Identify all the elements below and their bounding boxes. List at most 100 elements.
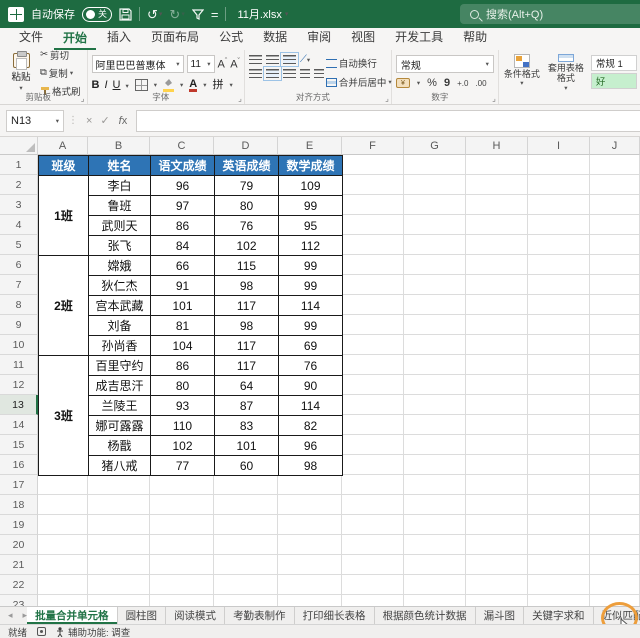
number-dialog-launcher[interactable]: ⌟ [492,94,496,103]
cell[interactable] [590,195,640,215]
column-header[interactable]: F [342,137,404,155]
number-format-select[interactable]: 常规 ▾ [395,55,494,73]
table-cell[interactable]: 90 [279,376,343,396]
table-cell[interactable]: 娜可露露 [89,416,151,436]
cell[interactable] [150,555,214,575]
cell[interactable] [590,275,640,295]
document-title[interactable]: 11月.xlsx ▾ [237,6,288,22]
row-header[interactable]: 3 [0,195,38,215]
cell[interactable] [404,355,466,375]
column-header[interactable]: G [404,137,466,155]
table-cell[interactable]: 98 [215,276,279,296]
ribbon-tab[interactable]: 开发工具 [386,25,452,50]
cell[interactable] [466,455,528,475]
cell[interactable] [466,555,528,575]
autosave-toggle[interactable]: 关 [82,6,112,22]
cell[interactable] [404,215,466,235]
cell[interactable] [342,315,404,335]
cell[interactable] [150,575,214,595]
cell[interactable] [466,395,528,415]
sheet-tab[interactable]: 关键字求和 [524,607,594,624]
cell[interactable] [342,295,404,315]
table-cell[interactable]: 80 [215,196,279,216]
cell[interactable] [342,535,404,555]
cell[interactable] [466,575,528,595]
cell[interactable] [404,295,466,315]
cell[interactable] [88,555,150,575]
cell[interactable] [590,395,640,415]
cell[interactable] [404,375,466,395]
column-header[interactable]: A [38,137,88,155]
row-header[interactable]: 4 [0,215,38,235]
cell[interactable] [214,535,278,555]
table-cell[interactable]: 109 [279,176,343,196]
cell[interactable] [342,275,404,295]
sheet-tab[interactable]: 考勤表制作 [225,607,295,624]
cell[interactable] [466,155,528,175]
cell[interactable] [342,415,404,435]
cell[interactable] [38,515,88,535]
cell[interactable] [528,195,590,215]
cell[interactable] [466,215,528,235]
table-cell[interactable]: 115 [215,256,279,276]
cell[interactable] [528,335,590,355]
cell[interactable] [590,155,640,175]
cell[interactable] [590,435,640,455]
ribbon-tab[interactable]: 审阅 [298,25,340,50]
cell[interactable] [342,155,404,175]
cell[interactable] [404,515,466,535]
table-cell[interactable]: 117 [215,336,279,356]
table-cell[interactable]: 102 [151,436,215,456]
cell[interactable] [590,375,640,395]
table-cell[interactable]: 鲁班 [89,196,151,216]
column-header[interactable]: H [466,137,528,155]
table-cell[interactable]: 112 [279,236,343,256]
table-cell[interactable]: 114 [279,296,343,316]
cell[interactable] [528,555,590,575]
cell[interactable] [278,555,342,575]
table-cell[interactable]: 嫦娥 [89,256,151,276]
ribbon-tab[interactable]: 帮助 [454,25,496,50]
table-cell[interactable]: 117 [215,296,279,316]
format-as-table-button[interactable]: 套用表格格式 ▾ [547,54,585,92]
sheet-tab[interactable]: 批量合并单元格 [27,607,118,624]
align-left-button[interactable] [248,69,262,78]
table-cell[interactable]: 3班 [39,356,89,476]
cell[interactable] [528,355,590,375]
cell[interactable] [590,515,640,535]
cell[interactable] [528,155,590,175]
table-cell[interactable]: 82 [279,416,343,436]
table-cell[interactable]: 91 [151,276,215,296]
row-header[interactable]: 16 [0,455,38,475]
cell[interactable] [214,595,278,606]
filter-icon[interactable] [191,8,204,20]
align-right-button[interactable] [282,69,296,78]
cell[interactable] [590,595,640,606]
conditional-formatting-button[interactable]: 条件格式 ▾ [503,54,541,92]
accounting-format-button[interactable]: ¥ [395,78,410,88]
decrease-decimal-button[interactable]: .00 [475,79,486,88]
cell[interactable] [278,515,342,535]
cell[interactable] [342,515,404,535]
cell[interactable] [38,575,88,595]
row-header[interactable]: 12 [0,375,38,395]
cell[interactable] [466,515,528,535]
ribbon-tab[interactable]: 公式 [210,25,252,50]
cell[interactable] [590,355,640,375]
cell[interactable] [528,575,590,595]
table-cell[interactable]: 99 [279,276,343,296]
cell-style-normal[interactable]: 常规 1 [590,55,637,71]
cell[interactable] [404,395,466,415]
table-cell[interactable]: 83 [215,416,279,436]
cell[interactable] [466,175,528,195]
cell[interactable] [590,255,640,275]
copy-button[interactable]: ⧉ 复制 ▾ [38,65,83,81]
column-header[interactable]: D [214,137,278,155]
font-size-select[interactable]: 11 ▾ [186,55,215,73]
row-header[interactable]: 22 [0,575,38,595]
cell[interactable] [150,515,214,535]
cell[interactable] [528,175,590,195]
cell[interactable] [342,235,404,255]
cell[interactable] [342,195,404,215]
cell[interactable] [214,475,278,495]
